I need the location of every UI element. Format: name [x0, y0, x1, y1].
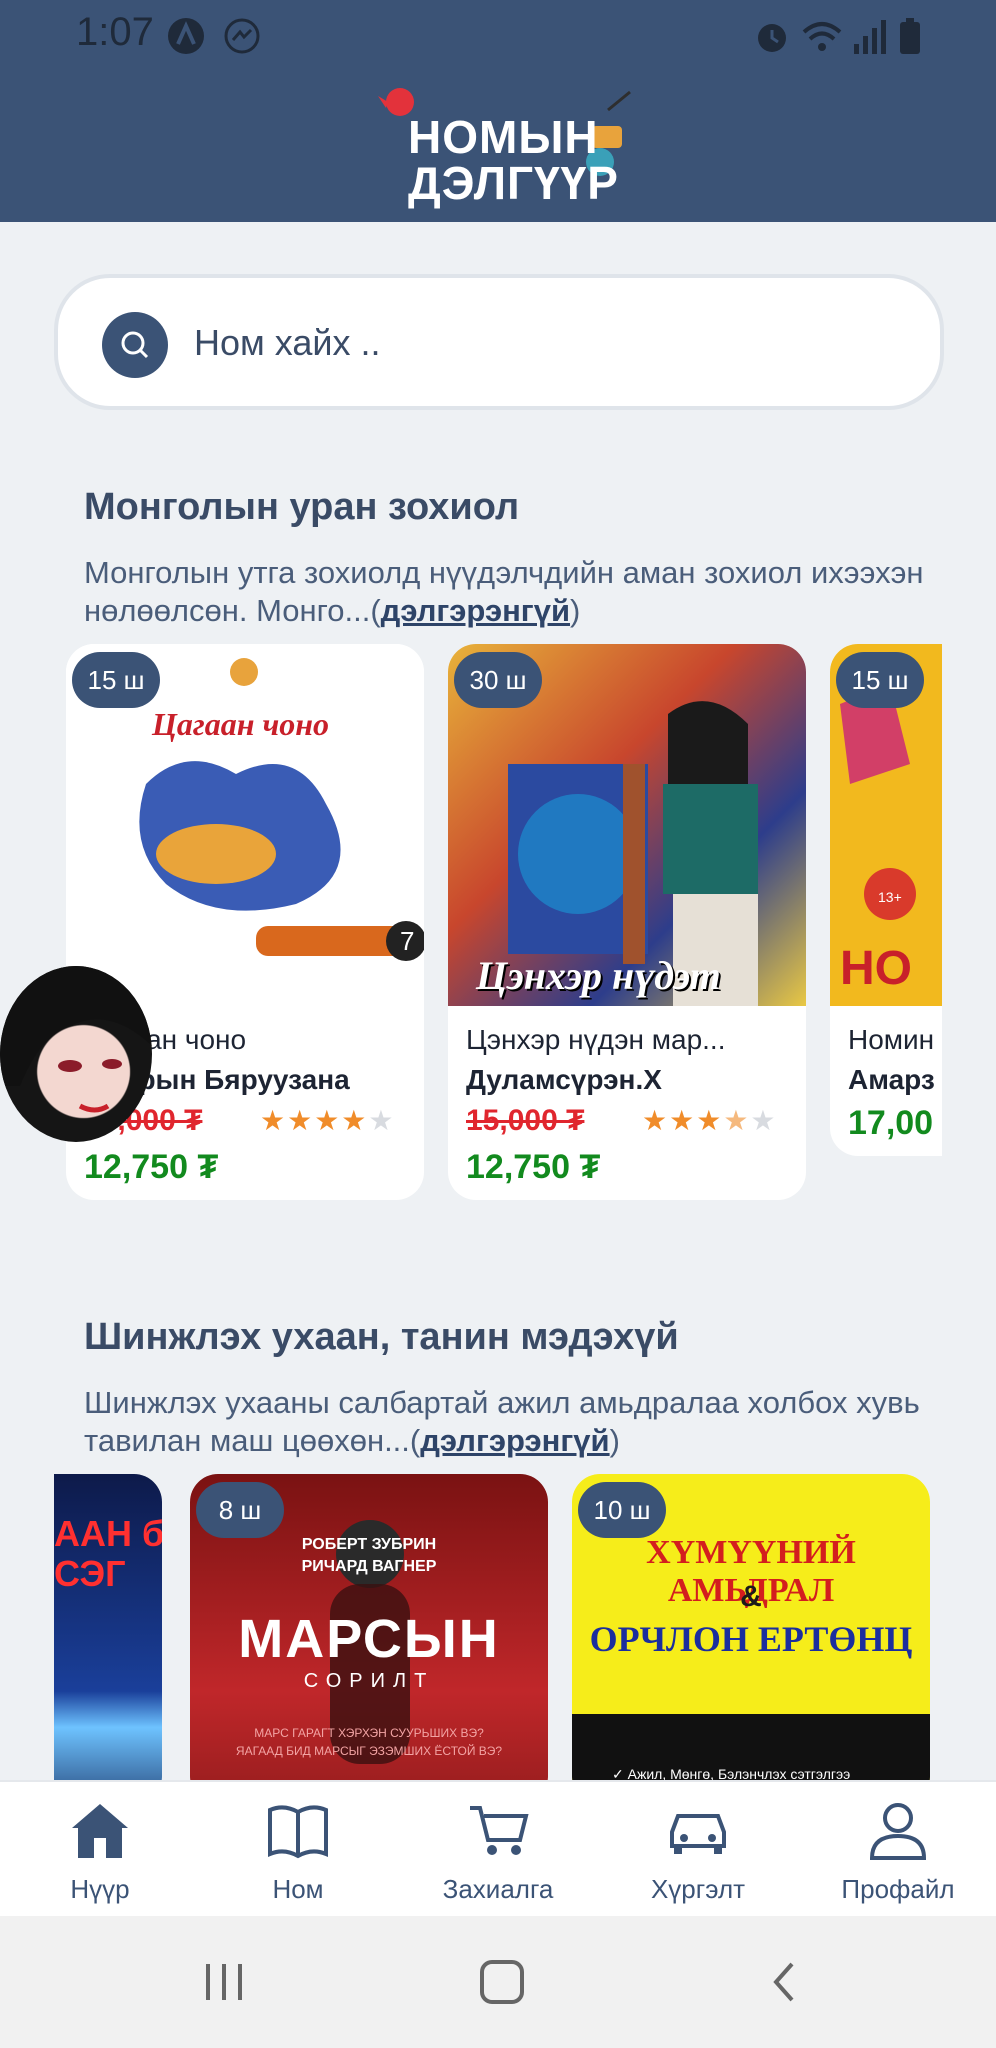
cover-question: МАРС ГАРАГТ ХЭРХЭН СУУРЬШИХ ВЭ? ЯАГААД Б…: [235, 1726, 503, 1758]
rating-stars: ★★★★★: [260, 1105, 396, 1136]
back-icon[interactable]: [764, 1958, 804, 2008]
book-card[interactable]: Цэнхэр нүдэт 30 ш Цэнхэр нүдэн мар... Ду…: [448, 644, 806, 1200]
stock-badge: 15 ш: [72, 652, 160, 708]
more-link[interactable]: дэлгэрэнгүй: [381, 593, 570, 628]
nav-orders[interactable]: Захиалга: [408, 1782, 588, 1918]
wifi-icon: [802, 22, 842, 51]
book-title: Номин: [848, 1024, 935, 1055]
nav-books[interactable]: Ном: [208, 1782, 388, 1918]
nav-home[interactable]: Нүүр: [10, 1782, 190, 1918]
book-card[interactable]: РОБЕРТ ЗУБРИН РИЧАРД ВАГНЕР МАРСЫН СОРИЛ…: [190, 1474, 548, 1780]
price: 17,00: [848, 1104, 934, 1142]
stock-badge: 15 ш: [836, 652, 924, 708]
status-time: 1:07: [76, 10, 154, 54]
cover-title: Цагаан чоно: [152, 706, 330, 742]
nav-label: Ном: [272, 1874, 324, 1904]
svg-text:13+: 13+: [878, 889, 902, 905]
nav-profile[interactable]: Профайл: [808, 1782, 988, 1918]
price: 12,750 ₮: [466, 1148, 601, 1186]
chat-head-avatar[interactable]: [0, 966, 152, 1142]
section-title-science: Шинжлэх ухаан, танин мэдэхүй: [84, 1316, 679, 1358]
book-card[interactable]: ХҮМҮҮНИЙ АМЬДРАЛ & ОРЧЛОН ЕРТӨНЦ ✓ Ажил,…: [572, 1474, 930, 1780]
user-icon: [869, 1803, 927, 1860]
cover-title: Цэнхэр нүдэт: [476, 953, 721, 998]
book-row-literature: 7 Цагаан чоно 15 ш Цагаан чоно Осорын Бя…: [66, 644, 942, 1200]
recent-apps-icon[interactable]: [200, 1960, 250, 2004]
book-cover: ААН ба СЭГ: [54, 1474, 162, 1780]
cover-title: МАРСЫН: [238, 1609, 500, 1669]
stock-badge: 30 ш: [454, 652, 542, 708]
nav-delivery[interactable]: Хүргэлт: [608, 1782, 788, 1918]
cover-amp: &: [740, 1580, 762, 1613]
home-icon: [72, 1804, 128, 1858]
search-icon[interactable]: [102, 312, 168, 378]
book-title: Цэнхэр нүдэн мар...: [466, 1024, 726, 1055]
more-link[interactable]: дэлгэрэнгүй: [420, 1423, 609, 1458]
section-desc-science: Шинжлэх ухааны салбартай ажил амьдралаа …: [84, 1384, 944, 1460]
desc-close: ): [609, 1423, 620, 1458]
book-card[interactable]: ААН ба СЭГ: [54, 1474, 162, 1780]
logo-line2: ДЭЛГҮҮР: [408, 157, 619, 209]
app-notification-icon: [168, 18, 204, 54]
home-button-icon[interactable]: [478, 1958, 528, 2008]
battery-icon: [900, 18, 920, 54]
old-price: 15,000 ₮: [466, 1104, 585, 1137]
nav-label: Хүргэлт: [650, 1874, 746, 1904]
car-icon: [670, 1814, 726, 1854]
nav-label: Профайл: [841, 1874, 955, 1904]
stock-badge: 8 ш: [196, 1482, 284, 1538]
section-title-literature: Монголын уран зохиол: [84, 486, 520, 528]
cover-footer: ✓ Ажил, Мөнгө, Бэлэнчлэх сэтгэлгээ: [612, 1766, 851, 1780]
search-input[interactable]: [194, 308, 894, 378]
cart-icon: [470, 1806, 529, 1855]
price: 12,750 ₮: [84, 1148, 219, 1186]
rating-stars: ★★★★★: [642, 1105, 778, 1136]
store-logo[interactable]: НОМЫН ДЭЛГҮҮР: [378, 80, 638, 210]
cover-authors: РОБЕРТ ЗУБРИН РИЧАРД ВАГНЕР: [301, 1536, 437, 1575]
book-icon: [268, 1805, 328, 1859]
messenger-icon: [224, 18, 260, 54]
signal-icon: [854, 20, 886, 54]
cover-subtitle: СОРИЛТ: [303, 1670, 435, 1692]
section-desc-literature: Монголын утга зохиолд нүүдэлчдийн аман з…: [84, 554, 944, 630]
stock-badge: 10 ш: [578, 1482, 666, 1538]
bottom-navigation: Нүүр Ном Захиалга Хүргэлт Профайл: [0, 1780, 996, 1916]
book-author: Дуламсүрэн.Х: [466, 1064, 662, 1095]
nav-label: Нүүр: [70, 1874, 130, 1904]
book-card[interactable]: 13+ НО 15 ш Номин Амарз 17,00: [830, 644, 942, 1156]
book-author: Амарз: [848, 1064, 935, 1095]
system-navigation-bar: [0, 1916, 996, 2048]
svg-text:7: 7: [400, 926, 414, 956]
cover-title-2: ОРЧЛОН ЕРТӨНЦ: [589, 1619, 913, 1659]
status-bar: 1:07: [0, 0, 996, 70]
svg-text:НО: НО: [840, 942, 912, 995]
avatar-face: [0, 966, 152, 1113]
search-bar[interactable]: [54, 274, 944, 410]
desc-close: ): [570, 593, 581, 628]
nav-label: Захиалга: [442, 1874, 554, 1904]
alarm-icon: [758, 24, 786, 52]
book-row-science: ААН ба СЭГ РОБЕРТ ЗУБРИН РИЧАРД ВАГНЕР М…: [54, 1474, 942, 1780]
cover-title: ААН ба СЭГ: [54, 1513, 162, 1594]
